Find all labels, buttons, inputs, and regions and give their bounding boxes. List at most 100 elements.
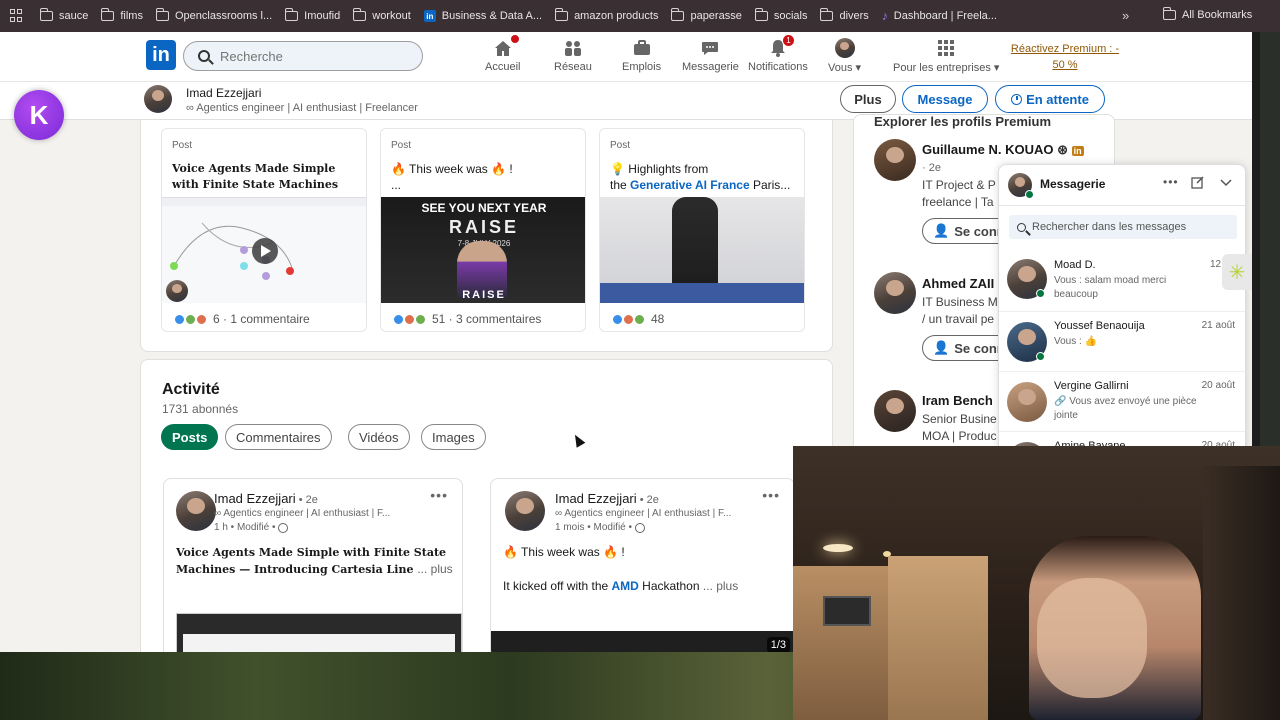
post-media: [176, 613, 462, 652]
chip-images[interactable]: Images: [421, 424, 486, 450]
premium-icon: in: [1071, 146, 1084, 156]
more-options-icon[interactable]: •••: [762, 487, 780, 503]
conversation-item[interactable]: Youssef Benaouija 21 août Vous : 👍: [999, 311, 1245, 371]
globe-icon: [635, 522, 646, 533]
more-options-icon[interactable]: •••: [430, 487, 448, 503]
messages-search-input[interactable]: Rechercher dans les messages: [1009, 215, 1237, 239]
chevron-down-icon[interactable]: [1219, 175, 1233, 194]
activity-post[interactable]: Imad Ezzejjari • 2e ∞ Agentics engineer …: [490, 478, 795, 652]
nav-network[interactable]: Réseau: [554, 38, 592, 73]
followers-count: 1731 abonnés: [162, 402, 239, 416]
bookmarks-overflow-button[interactable]: »: [1122, 8, 1129, 23]
bookmark-films[interactable]: films: [101, 8, 143, 22]
nav-messaging[interactable]: Messagerie: [682, 38, 739, 73]
activity-post[interactable]: Imad Ezzejjari • 2e ∞ Agentics engineer …: [163, 478, 463, 652]
post-media: 1/3: [491, 631, 794, 652]
person-name[interactable]: Iram Bench: [922, 393, 993, 408]
profile-headline: ∞ Agentics engineer | AI enthusiast | Fr…: [186, 102, 418, 114]
search-input[interactable]: [220, 48, 400, 64]
wooden-cabinet: [793, 566, 888, 720]
post-card[interactable]: Post 🔥 This week was 🔥 ! ... SEE YOU NEX…: [380, 128, 586, 332]
celebrate-icon: [634, 313, 645, 325]
folder-icon: [1163, 7, 1176, 20]
nav-me[interactable]: Vous ▾: [828, 38, 861, 74]
globe-icon: [278, 522, 289, 533]
avatar[interactable]: [874, 390, 916, 432]
grid-icon: [936, 38, 956, 58]
folder-icon: [155, 8, 169, 21]
premium-link[interactable]: Réactivez Premium : - 50 %: [1010, 41, 1120, 73]
nav-jobs[interactable]: Emplois: [622, 38, 661, 73]
reactions-summary[interactable]: 48: [612, 312, 664, 326]
bookmark-amazon-products[interactable]: amazon products: [555, 8, 658, 22]
chip-videos[interactable]: Vidéos: [348, 424, 410, 450]
post-card[interactable]: Post 💡 Highlights from the Generative AI…: [599, 128, 805, 332]
profile-name: Imad Ezzejjari: [186, 86, 262, 100]
bookmark-socials[interactable]: socials: [754, 8, 807, 22]
love-icon: [404, 313, 415, 325]
messaging-panel: Messagerie ••• Rechercher dans les messa…: [998, 164, 1246, 464]
love-icon: [196, 313, 207, 325]
post-thumbnail: SEE YOU NEXT YEAR RAISE 7-8 JULY 2026 RA…: [381, 197, 585, 303]
avatar[interactable]: [874, 139, 916, 181]
more-options-icon[interactable]: •••: [1163, 175, 1179, 189]
avatar[interactable]: [874, 272, 916, 314]
celebrate-icon: [415, 313, 426, 325]
k-extension-logo[interactable]: K: [14, 90, 64, 140]
bookmark-paperasse[interactable]: paperasse: [671, 8, 742, 22]
folder-icon: [353, 8, 367, 21]
online-status-dot: [1025, 190, 1034, 199]
activity-title: Activité: [162, 381, 220, 398]
compose-icon[interactable]: [1191, 175, 1205, 194]
add-person-icon: 👤: [933, 340, 950, 355]
verified-icon: ⊛: [1057, 142, 1068, 157]
sidebar-title: Explorer les profils Premium: [874, 114, 1052, 129]
bookmark-sauce[interactable]: sauce: [40, 8, 88, 22]
linkedin-logo[interactable]: in: [146, 40, 176, 70]
like-icon: [174, 313, 185, 325]
folder-icon: [754, 8, 768, 21]
bookmark-dashboard[interactable]: ♪ Dashboard | Freela...: [882, 9, 997, 23]
conversation-item[interactable]: Moad D. 12:32 Vous : salam moad merci be…: [999, 251, 1245, 311]
person-name[interactable]: Guillaume N. KOUAO ⊛ in: [922, 142, 1084, 158]
post-thumbnail: [162, 197, 366, 303]
nav-home[interactable]: Accueil: [485, 34, 520, 73]
like-icon: [612, 313, 623, 325]
nav-business[interactable]: Pour les entreprises ▾: [893, 38, 999, 74]
see-more-link[interactable]: ... plus: [417, 562, 452, 576]
post-card[interactable]: Post Voice Agents Made Simple with Finit…: [161, 128, 367, 332]
mention-link[interactable]: AMD: [612, 579, 639, 593]
apps-grid-icon[interactable]: [8, 7, 26, 25]
webcam-overlay: [793, 446, 1280, 720]
avatar: [505, 491, 545, 531]
post-title: 🔥 This week was 🔥 ! ...: [391, 162, 513, 192]
avatar: [176, 491, 216, 531]
hands: [1037, 578, 1147, 698]
mention-link[interactable]: Generative AI France: [630, 178, 750, 192]
messaging-title[interactable]: Messagerie: [1040, 177, 1105, 191]
see-more-link[interactable]: ... plus: [703, 579, 738, 593]
bookmark-divers[interactable]: divers: [820, 8, 869, 22]
more-button[interactable]: Plus: [840, 85, 896, 113]
folder-icon: [40, 8, 53, 21]
extension-spark-icon[interactable]: ✳: [1222, 254, 1252, 290]
notification-count-badge: 1: [781, 34, 795, 47]
bookmark-business-data[interactable]: in Business & Data A...: [423, 10, 542, 22]
nav-notifications[interactable]: 1 Notifications: [748, 34, 808, 73]
all-bookmarks[interactable]: All Bookmarks: [1163, 7, 1252, 21]
microwave: [823, 596, 871, 626]
bookmark-openclassrooms[interactable]: Openclassrooms l...: [155, 8, 272, 22]
pending-button[interactable]: En attente: [995, 85, 1105, 113]
search-box[interactable]: [183, 41, 423, 71]
folder-icon: [671, 8, 685, 21]
bookmark-imoufid[interactable]: Imoufid: [285, 8, 340, 22]
chip-comments[interactable]: Commentaires: [225, 424, 332, 450]
person-name[interactable]: Ahmed ZAII: [922, 276, 994, 291]
chip-posts[interactable]: Posts: [161, 424, 219, 450]
reactions-summary[interactable]: 6 · 1 commentaire: [174, 312, 310, 326]
reactions-summary[interactable]: 51 · 3 commentaires: [393, 312, 541, 326]
message-button[interactable]: Message: [902, 85, 988, 113]
bookmark-workout[interactable]: workout: [353, 8, 411, 22]
wooden-cabinet: [888, 556, 988, 720]
conversation-item[interactable]: Vergine Gallirni 20 août 🔗 Vous avez env…: [999, 371, 1245, 431]
